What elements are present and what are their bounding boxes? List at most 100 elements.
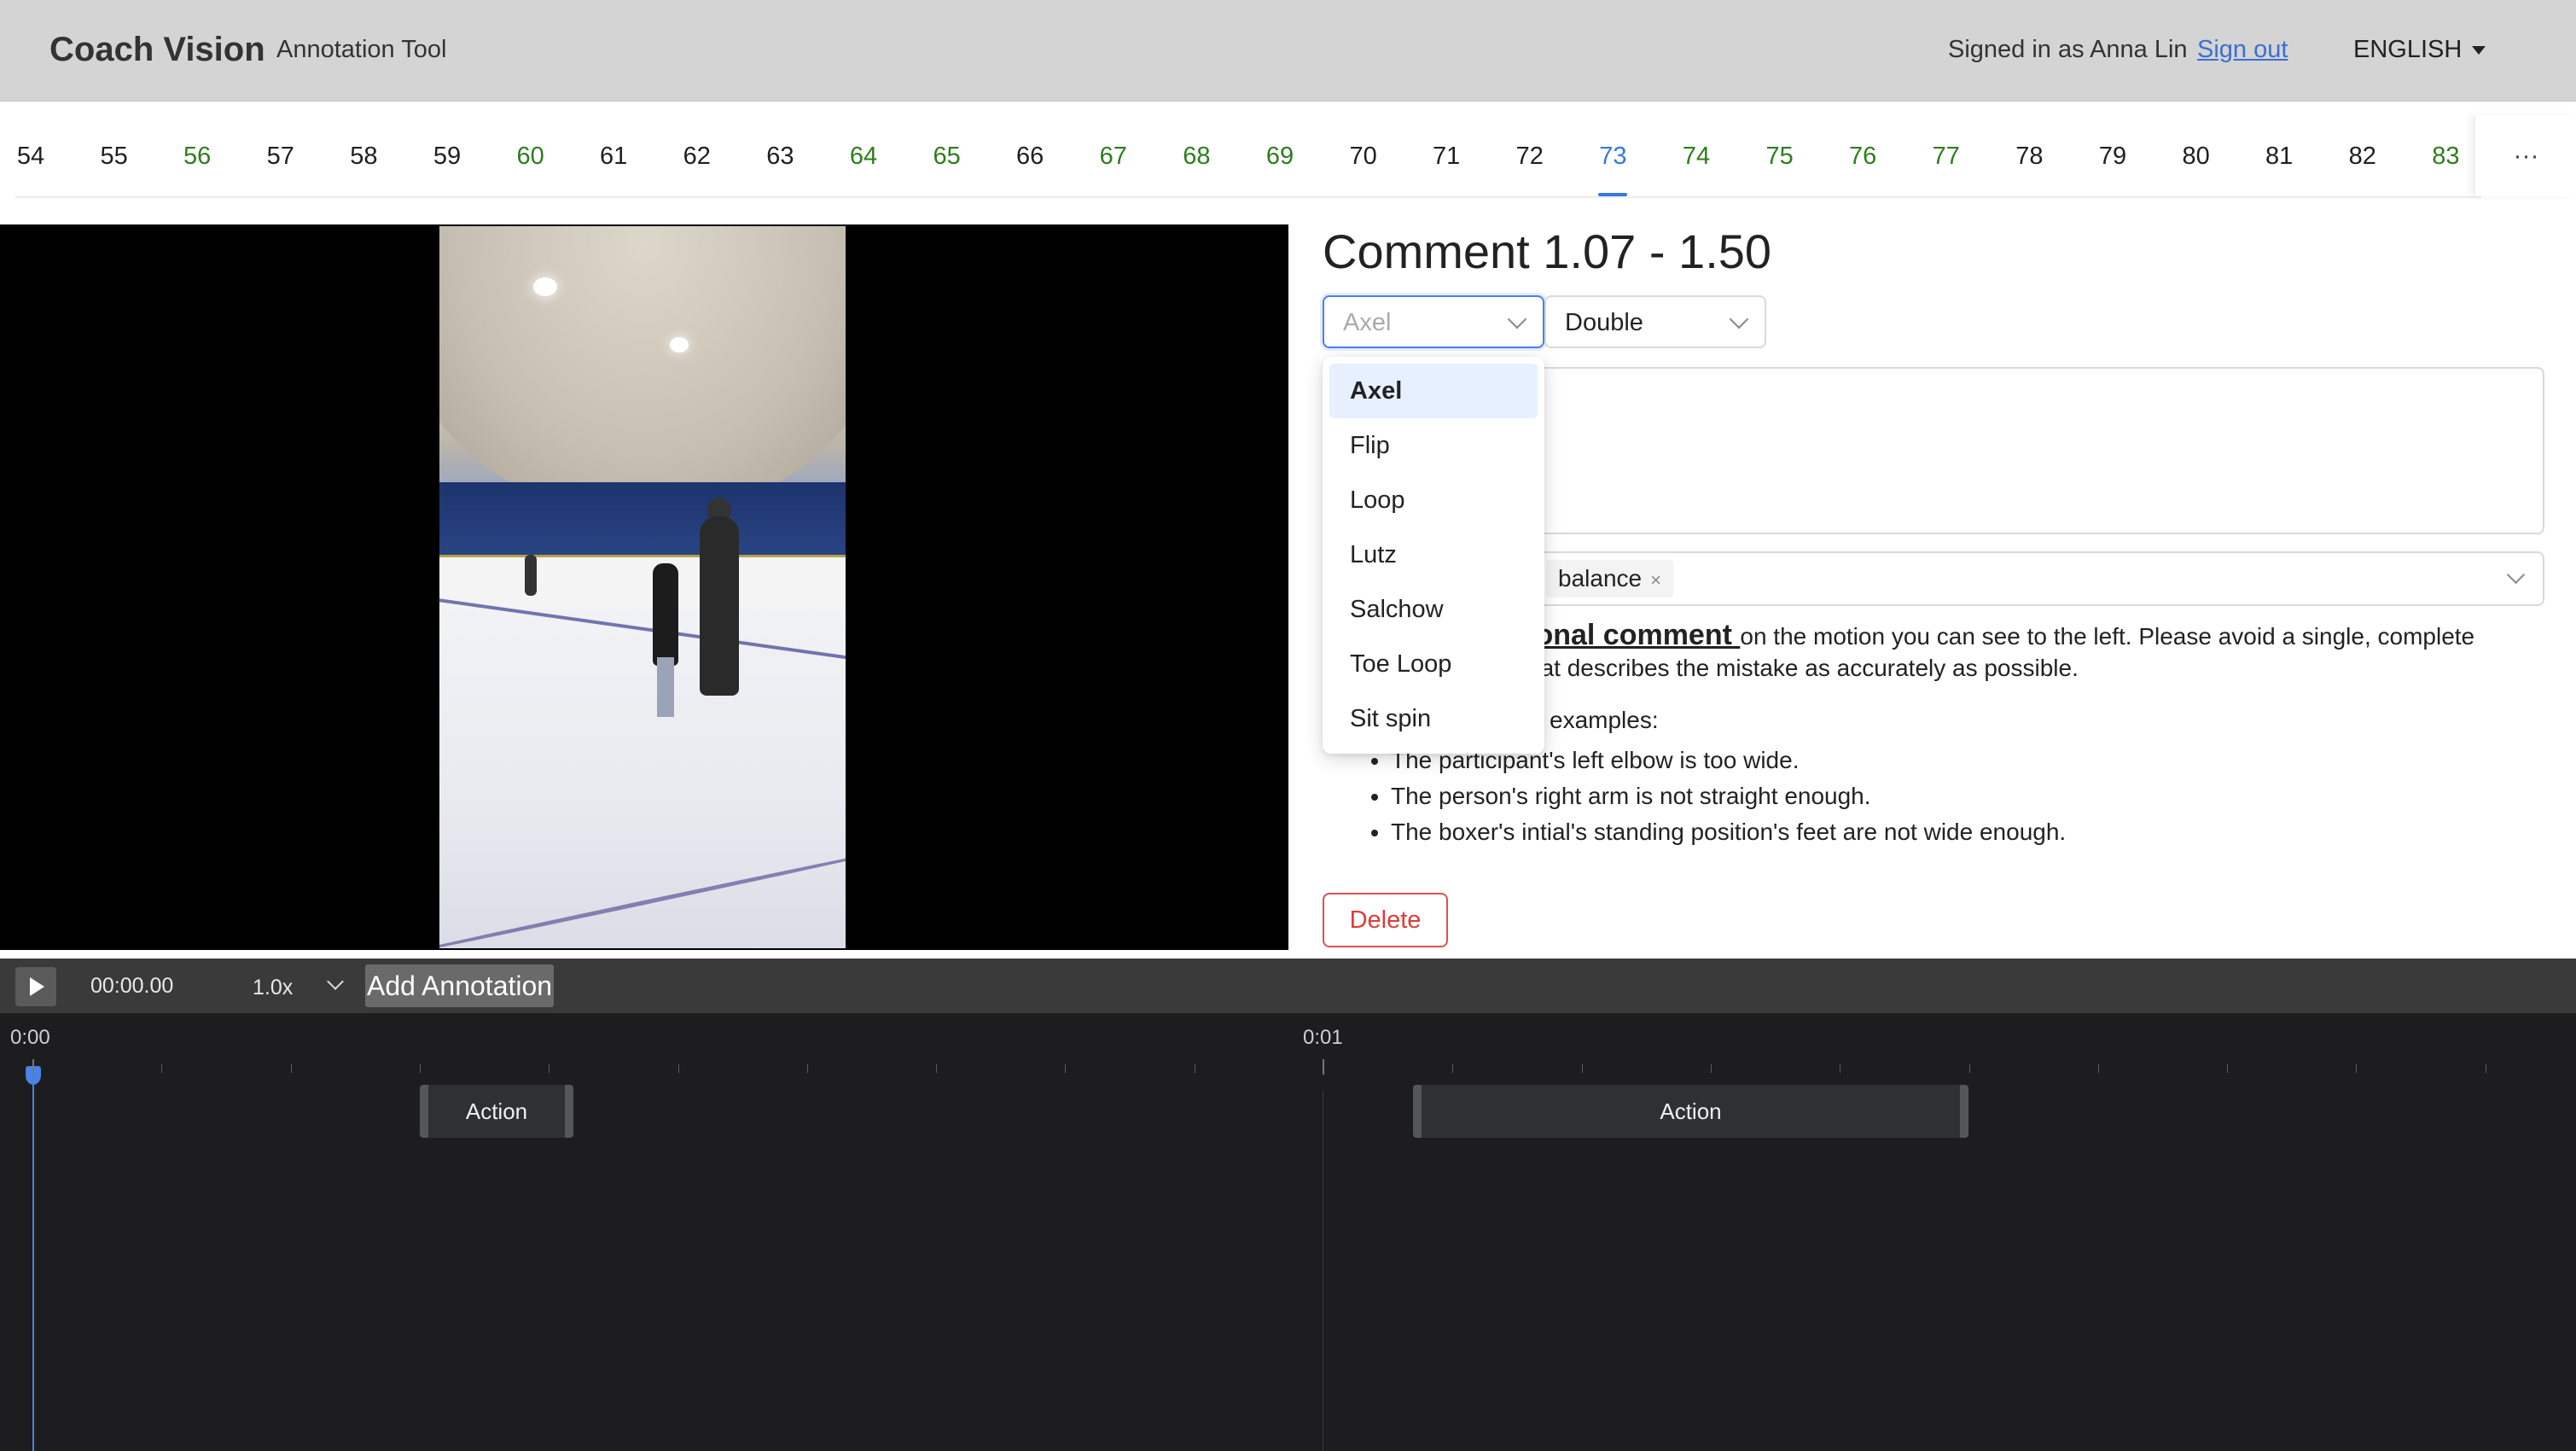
- dropdown-option[interactable]: Toe Loop: [1329, 637, 1538, 691]
- tag-label: balance: [1558, 565, 1643, 591]
- playback-speed[interactable]: 1.0x: [253, 976, 293, 1000]
- minor-tick: [1452, 1064, 1454, 1073]
- instruction-line2-text: hat describes the mistake as accurately …: [1527, 655, 2079, 681]
- clip-tab-65[interactable]: 65: [917, 143, 977, 171]
- dropdown-option[interactable]: Lutz: [1329, 527, 1538, 582]
- segment-handle[interactable]: [420, 1085, 428, 1138]
- minor-tick: [1710, 1064, 1712, 1073]
- clip-tab-66[interactable]: 66: [1000, 143, 1060, 171]
- clip-tab-75[interactable]: 75: [1750, 143, 1810, 171]
- ceiling-light: [533, 277, 557, 296]
- clip-tab-82[interactable]: 82: [2333, 143, 2393, 171]
- jump-type-select[interactable]: Axel: [1323, 295, 1544, 348]
- clip-tab-55[interactable]: 55: [84, 143, 144, 171]
- major-tick: [32, 1059, 34, 1075]
- minor-tick: [806, 1064, 808, 1073]
- caret-down-icon: [2472, 46, 2486, 55]
- clip-tab-57[interactable]: 57: [251, 143, 311, 171]
- close-icon[interactable]: ×: [1650, 569, 1661, 591]
- clip-tab-71[interactable]: 71: [1416, 143, 1476, 171]
- more-tabs-button[interactable]: ···: [2474, 115, 2576, 196]
- instruction-emphasis: ional comment: [1527, 619, 1741, 651]
- segment-handle[interactable]: [1960, 1085, 1968, 1138]
- annotation-segment[interactable]: Action: [420, 1085, 573, 1138]
- language-label: ENGLISH: [2353, 36, 2463, 63]
- clip-tab-56[interactable]: 56: [167, 143, 227, 171]
- video-player[interactable]: [0, 224, 1288, 950]
- ice-surface: [439, 602, 846, 948]
- jump-type-value: Axel: [1343, 309, 1392, 336]
- current-time: 00:00.00: [90, 974, 174, 998]
- examples-label-text: examples:: [1550, 707, 1659, 733]
- clip-tab-69[interactable]: 69: [1250, 143, 1310, 171]
- major-tick: [1323, 1059, 1324, 1075]
- language-selector[interactable]: ENGLISH: [2353, 36, 2486, 64]
- clip-tab-72[interactable]: 72: [1500, 143, 1560, 171]
- playhead-line: [32, 1066, 34, 1451]
- clip-tab-64[interactable]: 64: [834, 143, 893, 171]
- video-frame: [439, 226, 846, 948]
- tag-chip: balance ×: [1546, 560, 1673, 597]
- rink-boards: [439, 555, 846, 609]
- clip-tab-74[interactable]: 74: [1666, 143, 1726, 171]
- clip-tab-73[interactable]: 73: [1583, 143, 1643, 171]
- dropdown-option[interactable]: Salchow: [1329, 582, 1538, 637]
- clip-tab-67[interactable]: 67: [1084, 143, 1143, 171]
- annotation-timeline[interactable]: 0:00 0:01 Action Action: [0, 1013, 2576, 1451]
- minor-tick: [936, 1064, 938, 1073]
- example-item: The boxer's intial's standing position's…: [1391, 814, 2066, 850]
- minor-tick: [677, 1064, 679, 1073]
- clip-tab-60[interactable]: 60: [501, 143, 561, 171]
- segment-label: Action: [1660, 1098, 1722, 1124]
- segment-handle[interactable]: [1413, 1085, 1422, 1138]
- clip-tab-70[interactable]: 70: [1334, 143, 1393, 171]
- add-annotation-button[interactable]: Add Annotation: [365, 964, 555, 1007]
- minor-tick: [549, 1064, 550, 1073]
- clip-tab-81[interactable]: 81: [2249, 143, 2309, 171]
- clip-tab-76[interactable]: 76: [1833, 143, 1893, 171]
- coach: [700, 516, 739, 696]
- delete-button[interactable]: Delete: [1323, 893, 1448, 947]
- minor-tick: [161, 1064, 163, 1073]
- clip-tab-62[interactable]: 62: [667, 143, 727, 171]
- clip-tab-83[interactable]: 83: [2416, 143, 2475, 171]
- dropdown-option[interactable]: Loop: [1329, 473, 1538, 527]
- dropdown-option[interactable]: Flip: [1329, 418, 1538, 473]
- chevron-down-icon[interactable]: [327, 973, 344, 990]
- skater-background: [525, 555, 537, 596]
- ceiling-light: [670, 337, 689, 353]
- minor-tick: [2097, 1064, 2099, 1073]
- app-brand: Coach Vision: [49, 31, 265, 68]
- segment-handle[interactable]: [565, 1085, 573, 1138]
- play-button[interactable]: [15, 967, 56, 1006]
- play-icon: [30, 977, 44, 996]
- clip-tab-54[interactable]: 54: [1, 143, 61, 171]
- clip-tab-59[interactable]: 59: [417, 143, 477, 171]
- chevron-down-icon: [2506, 565, 2526, 585]
- clip-tab-78[interactable]: 78: [1999, 143, 2059, 171]
- dropdown-option[interactable]: Sit spin: [1329, 691, 1538, 746]
- sign-out-link[interactable]: Sign out: [2197, 36, 2288, 64]
- clip-tab-61[interactable]: 61: [584, 143, 643, 171]
- signed-in-text: Signed in as Anna Lin: [1948, 36, 2188, 63]
- minor-tick: [419, 1064, 421, 1073]
- clip-tab-63[interactable]: 63: [750, 143, 810, 171]
- comment-title: Comment 1.07 - 1.50: [1323, 224, 1772, 278]
- clip-tab-77[interactable]: 77: [1916, 143, 1976, 171]
- clip-tab-68[interactable]: 68: [1166, 143, 1226, 171]
- clip-tab-58[interactable]: 58: [334, 143, 393, 171]
- skater: [653, 563, 678, 666]
- clip-number-tabs: 54 55 56 57 58 59 60 61 62 63 64 65 66 67 68 69 70 71 72 73…: [15, 115, 2481, 198]
- minor-tick: [290, 1064, 292, 1073]
- time-label: 0:00: [10, 1026, 50, 1049]
- examples-list: The participant's left elbow is too wide…: [1357, 743, 2066, 850]
- rotation-select[interactable]: Double: [1544, 295, 1766, 348]
- minor-tick: [1581, 1064, 1583, 1073]
- minor-tick: [2227, 1064, 2229, 1073]
- dropdown-option[interactable]: Axel: [1329, 364, 1538, 418]
- jump-type-dropdown: Axel Flip Loop Lutz Salchow Toe Loop Sit spin: [1323, 357, 1544, 754]
- chevron-down-icon: [1507, 309, 1527, 329]
- clip-tab-80[interactable]: 80: [2166, 143, 2226, 171]
- clip-tab-79[interactable]: 79: [2083, 143, 2143, 171]
- annotation-segment[interactable]: Action: [1413, 1085, 1968, 1138]
